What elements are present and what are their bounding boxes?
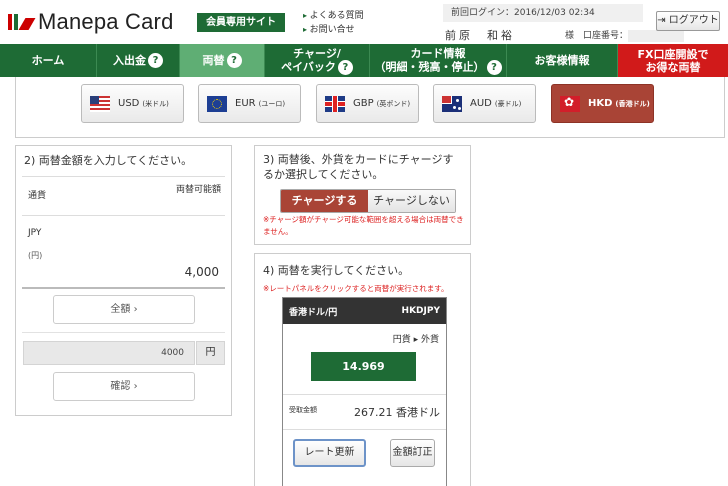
currency-sub: (香港ドル) (615, 99, 650, 108)
step3-charge-panel: 3) 両替後、外貨をカードにチャージするか選択してください。 チャージする チャ… (254, 145, 471, 245)
main-nav: ホーム 入出金? 両替? チャージ/ ペイバック? カード情報 （明細・残高・停… (0, 44, 728, 77)
divider (22, 215, 225, 216)
receive-label: 受取金額 (289, 406, 317, 414)
currency-eur-button[interactable]: EUR (ユーロ) (198, 84, 301, 123)
currency-sub: (英ポンド) (376, 99, 411, 108)
nav-customer-info[interactable]: お客様情報 (507, 44, 618, 77)
nav-deposit-withdraw[interactable]: 入出金? (97, 44, 180, 77)
logout-label: ログアウト (668, 15, 719, 26)
receive-amount: 267.21 香港ドル (354, 406, 440, 419)
manepa-logo[interactable]: Manepa Card (8, 9, 174, 35)
header-links: よくある質問 お問い合せ (303, 9, 364, 37)
nav-card-info[interactable]: カード情報 （明細・残高・停止）? (370, 44, 507, 77)
logo-mark-icon (8, 14, 36, 30)
execute-note: ※レートパネルをクリックすると両替が実行されます。 (263, 284, 449, 293)
currency-hkd-button[interactable]: HKD(香港ドル) (551, 84, 654, 123)
hk-flag-icon (560, 95, 580, 112)
currency-code: GBP (353, 98, 374, 109)
step4-title: 4) 両替を実行してください。 (263, 264, 410, 277)
header: Manepa Card 会員専用サイト よくある質問 お問い合せ 前回ログイン：… (0, 0, 728, 44)
help-icon[interactable]: ? (226, 53, 242, 68)
full-amount-button[interactable]: 全額 › (53, 295, 195, 324)
us-flag-icon (90, 95, 110, 112)
nav-charge-label-1: チャージ/ (293, 46, 341, 60)
currency-sub: (豪ドル) (494, 99, 522, 108)
currency-gbp-button[interactable]: GBP (英ポンド) (316, 84, 419, 123)
eu-flag-icon (207, 95, 227, 112)
currency-column-header: 通貨 (28, 191, 47, 201)
currency-code: AUD (470, 98, 492, 109)
amount-input[interactable]: 4000 (23, 341, 195, 365)
source-currency: JPY (28, 228, 42, 238)
pair-code: HKDJPY (401, 306, 440, 316)
currency-code: EUR (235, 98, 256, 109)
nav-card-label-1: カード情報 (410, 46, 466, 60)
source-currency-sub: (円) (28, 251, 43, 260)
user-name: 前原 和裕 (445, 29, 515, 42)
help-icon[interactable]: ? (148, 53, 163, 68)
nav-exchange-label: 両替 (202, 54, 225, 67)
currency-aud-button[interactable]: AUD (豪ドル) (433, 84, 536, 123)
divider (22, 332, 225, 333)
charge-no-button[interactable]: チャージしない (368, 190, 455, 212)
nav-fx-promo[interactable]: FX口座開設で お得な両替 (618, 44, 728, 77)
currency-selector: USD(米ドル) EUR(ユーロ) GBP(英ポンド) AUD(豪ドル) HKD… (15, 77, 725, 138)
currency-code: HKD (588, 98, 613, 109)
step4-execute-panel: 4) 両替を実行してください。 ※レートパネルをクリックすると両替が実行されます… (254, 253, 471, 486)
exchange-direction: 円貨 ▸ 外貨 (392, 335, 439, 345)
currency-sub: (米ドル) (142, 99, 169, 108)
nav-customer-label: お客様情報 (534, 54, 590, 67)
nav-exchange[interactable]: 両替? (180, 44, 265, 77)
available-balance: 4,000 (184, 265, 219, 279)
divider (283, 394, 446, 395)
available-column-header: 両替可能額 (175, 185, 221, 195)
currency-usd-button[interactable]: USD (米ドル) (81, 84, 184, 123)
charge-note: ※チャージ額がチャージ可能な範囲を超える場合は両替できません。 (263, 215, 464, 236)
divider (22, 287, 225, 289)
rate-button[interactable]: 14.969 (311, 352, 416, 381)
currency-code: USD (118, 98, 140, 109)
account-label: 様 口座番号： (565, 31, 629, 41)
currency-sub: (ユーロ) (258, 99, 286, 108)
divider (283, 429, 446, 430)
rate-panel-header: 香港ドル/円 HKDJPY (283, 298, 446, 324)
nav-deposit-withdraw-label: 入出金 (113, 54, 146, 67)
refresh-rate-button[interactable]: レート更新 (293, 439, 366, 467)
au-flag-icon (442, 95, 462, 112)
gb-flag-icon (325, 95, 345, 112)
amount-unit: 円 (196, 341, 225, 365)
help-icon[interactable]: ? (337, 59, 353, 75)
pair-name: 香港ドル/円 (289, 307, 338, 318)
correct-amount-button[interactable]: 金額訂正 (390, 439, 435, 467)
step3-title: 3) 両替後、外貨をカードにチャージするか選択してください。 (263, 153, 454, 181)
contact-link[interactable]: お問い合せ (303, 23, 364, 37)
nav-fx-label-2: お得な両替 (645, 60, 701, 74)
logout-button[interactable]: ⇥ ログアウト (656, 11, 720, 31)
nav-charge-label-2: ペイバック (281, 60, 336, 73)
last-login-info: 前回ログイン：2016/12/03 02:34 (443, 4, 643, 22)
step2-amount-panel: 2) 両替金額を入力してください。 通貨 両替可能額 JPY (円) 4,000… (15, 145, 232, 416)
charge-toggle: チャージする チャージしない (280, 189, 456, 213)
charge-yes-button[interactable]: チャージする (281, 190, 368, 212)
nav-card-label-2: （明細・残高・停止） (374, 60, 485, 73)
confirm-button[interactable]: 確認 › (53, 372, 195, 401)
divider (22, 176, 225, 177)
faq-link[interactable]: よくある質問 (303, 9, 364, 23)
nav-charge-payback[interactable]: チャージ/ ペイバック? (265, 44, 370, 77)
nav-home-label: ホーム (31, 54, 65, 67)
nav-fx-label-1: FX口座開設で (637, 47, 709, 61)
logo-text: Manepa Card (38, 9, 174, 34)
member-site-badge: 会員専用サイト (197, 13, 285, 32)
rate-panel[interactable]: 香港ドル/円 HKDJPY 円貨 ▸ 外貨 14.969 受取金額 267.21… (282, 297, 447, 486)
account-number-masked (628, 29, 685, 42)
step2-title: 2) 両替金額を入力してください。 (24, 154, 193, 167)
logout-icon: ⇥ (657, 15, 666, 26)
help-icon[interactable]: ? (486, 59, 502, 75)
nav-home[interactable]: ホーム (0, 44, 97, 77)
